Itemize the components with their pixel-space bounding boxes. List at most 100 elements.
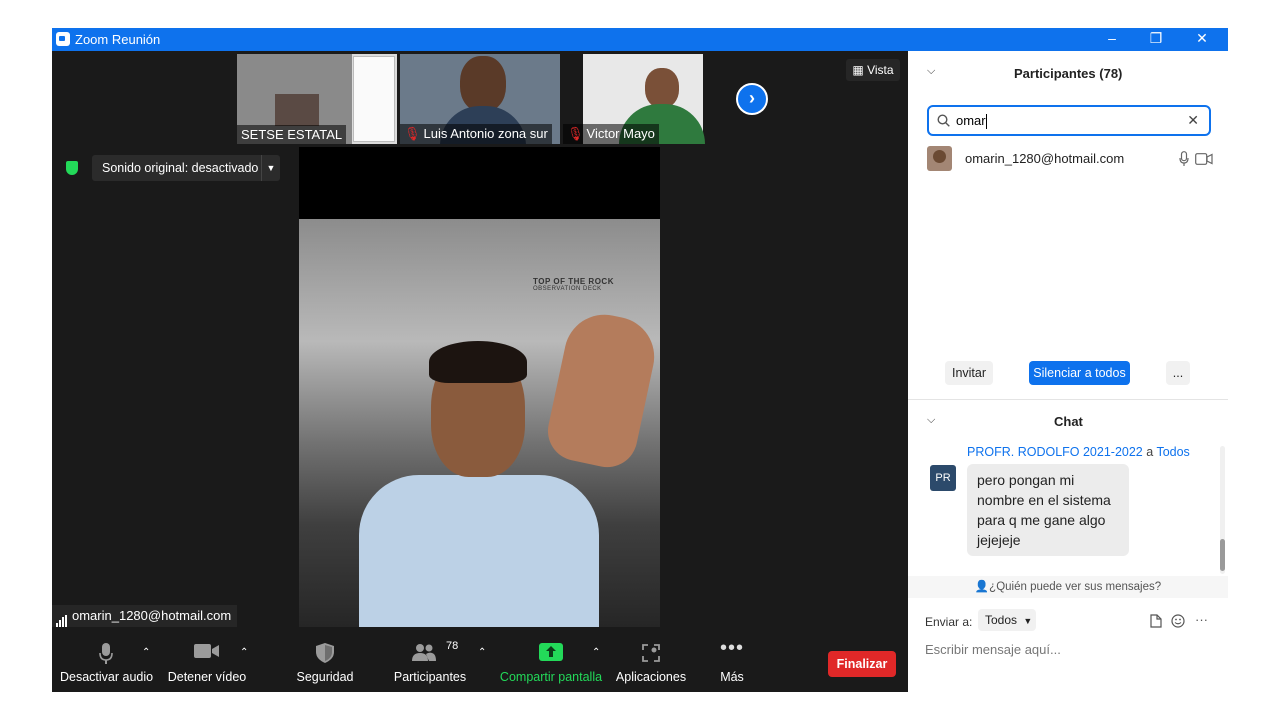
thumbnail-name: 🎙 Luis Antonio zona sur (400, 124, 552, 144)
shield-icon (316, 643, 334, 663)
who-can-see-text: ¿Quién puede ver sus mensajes? (989, 581, 1162, 593)
view-button-label: Vista (867, 63, 894, 77)
share-arrow-icon (539, 643, 563, 661)
view-button[interactable]: ▦ Vista (846, 59, 900, 81)
speaker-hair (429, 341, 527, 383)
search-icon (937, 114, 950, 127)
thumbnail-name: SETSE ESTATAL (237, 125, 347, 144)
share-options-caret[interactable]: ⌃ (592, 647, 600, 658)
apps-label: Aplicaciones (615, 670, 687, 684)
search-value-text: omar (956, 113, 986, 128)
participant-search-input[interactable]: omar ✕ (927, 105, 1211, 136)
participants-icon (412, 644, 436, 661)
more-dots-icon: ••• (719, 637, 745, 659)
speaker-shirt (359, 475, 599, 627)
participant-face (645, 68, 679, 108)
person-lock-icon: 👤 (974, 581, 990, 593)
maximize-button[interactable]: ❐ (1134, 28, 1178, 51)
muted-mic-icon: 🎙 (567, 126, 584, 141)
caret-down-icon[interactable]: ▼ (261, 155, 280, 181)
mute-all-button[interactable]: Silenciar a todos (1029, 361, 1130, 385)
share-screen-button[interactable]: Compartir pantalla (498, 627, 604, 692)
microphone-icon (99, 643, 113, 664)
grid-icon: ▦ (852, 63, 868, 77)
stop-video-label: Detener vídeo (167, 670, 247, 684)
zoom-app-icon (56, 32, 70, 46)
mute-audio-label: Desactivar audio (60, 670, 154, 684)
document-preview (353, 56, 395, 142)
participants-options-caret[interactable]: ⌃ (478, 647, 486, 658)
thumbnail-name: 🎙 Victor Mayo (563, 124, 659, 144)
who-can-see-messages[interactable]: 👤¿Quién puede ver sus mensajes? (908, 576, 1228, 598)
more-button[interactable]: ••• Más (708, 627, 756, 692)
apps-icon (642, 644, 660, 662)
participants-count-badge: 78 (446, 640, 459, 652)
participants-label: Participantes (393, 670, 467, 684)
thumbnail-name-text: Luis Antonio zona sur (423, 126, 548, 141)
chat-recipient[interactable]: Todos (1156, 445, 1189, 459)
clear-search-icon[interactable]: ✕ (1187, 112, 1199, 129)
chat-panel-title: Chat (1054, 414, 1083, 429)
participants-panel-title: Participantes (78) (1014, 66, 1123, 81)
security-shield-icon (66, 161, 78, 175)
more-label: Más (720, 670, 744, 684)
participants-button[interactable]: 78 Participantes (392, 627, 468, 692)
share-screen-label: Compartir pantalla (499, 670, 603, 684)
avatar: PR (930, 465, 956, 491)
video-camera-icon[interactable] (1195, 153, 1213, 165)
thumbnail-tile[interactable]: 🎙 Victor Mayo (563, 54, 723, 144)
microphone-icon[interactable] (1179, 151, 1189, 167)
minimize-button[interactable]: – (1090, 28, 1134, 51)
send-to-value: Todos (985, 613, 1018, 627)
video-camera-icon (194, 644, 219, 658)
video-options-caret[interactable]: ⌃ (240, 647, 248, 658)
next-page-button[interactable]: › (736, 83, 768, 115)
collapse-chat-caret[interactable]: ⌵ (927, 414, 935, 427)
wall-logo: TOP OF THE ROCK OBSERVATION DECK (533, 277, 614, 292)
side-panel: ⌵ Participantes (78) omar ✕ omarin_1280@… (908, 51, 1228, 692)
wall-logo-subtitle: OBSERVATION DECK (533, 286, 602, 292)
chat-message-input[interactable]: Escribir mensaje aquí... (925, 642, 1061, 657)
speaker-figure (359, 341, 599, 627)
wall-logo-title: TOP OF THE ROCK (533, 277, 614, 286)
apps-button[interactable]: Aplicaciones (614, 627, 688, 692)
mute-audio-button[interactable]: Desactivar audio (60, 627, 154, 692)
chat-message-header: PROFR. RODOLFO 2021-2022 a Todos (967, 445, 1190, 459)
participant-list-item[interactable]: omarin_1280@hotmail.com (927, 146, 1217, 172)
inset-video (275, 94, 319, 126)
text-cursor (985, 114, 987, 130)
video-stage: SETSE ESTATAL 🎙 Luis Antonio zona sur 🎙 Vi… (52, 51, 908, 627)
signal-bars-icon (56, 605, 68, 627)
emoji-icon[interactable] (1171, 614, 1185, 628)
active-speaker-video: TOP OF THE ROCK OBSERVATION DECK (299, 147, 660, 627)
chevron-right-icon: › (749, 88, 755, 108)
zoom-meeting-window: Zoom Reunión – ❐ ✕ SETSE ESTATAL 🎙 Luis A… (52, 28, 1228, 692)
audio-options-caret[interactable]: ⌃ (142, 647, 150, 658)
send-to-label: Enviar a: (925, 615, 973, 629)
stop-video-button[interactable]: Detener vídeo (166, 627, 248, 692)
send-to-dropdown[interactable]: Todos ▼ (978, 609, 1036, 631)
security-button[interactable]: Seguridad (292, 627, 358, 692)
thumbnail-strip: SETSE ESTATAL 🎙 Luis Antonio zona sur 🎙 Vi… (52, 51, 908, 146)
original-sound-label: Sonido original: desactivado (102, 161, 259, 175)
end-meeting-button[interactable]: Finalizar (828, 651, 896, 677)
close-button[interactable]: ✕ (1180, 28, 1224, 51)
chat-more-icon[interactable]: ··· (1195, 612, 1208, 627)
participants-more-button[interactable]: ... (1166, 361, 1190, 385)
thumbnail-tile[interactable]: 🎙 Luis Antonio zona sur (400, 54, 560, 144)
collapse-participants-caret[interactable]: ⌵ (927, 65, 935, 78)
search-value: omar (956, 113, 987, 130)
chat-message-bubble: pero pongan mi nombre en el sistema para… (967, 464, 1129, 556)
file-icon[interactable] (1150, 614, 1162, 628)
thumbnail-tile[interactable]: SETSE ESTATAL (237, 54, 397, 144)
chat-scrollbar-thumb[interactable] (1220, 539, 1225, 571)
original-sound-dropdown[interactable]: Sonido original: desactivado ▼ (92, 155, 280, 181)
chat-sender-name[interactable]: PROFR. RODOLFO 2021-2022 (967, 445, 1143, 459)
participant-name: omarin_1280@hotmail.com (965, 151, 1125, 166)
participant-face (460, 56, 506, 112)
window-title: Zoom Reunión (75, 32, 161, 47)
muted-mic-icon: 🎙 (404, 126, 421, 141)
invite-button[interactable]: Invitar (945, 361, 993, 385)
security-label: Seguridad (296, 670, 354, 684)
tile-letterbox-right (703, 54, 723, 144)
